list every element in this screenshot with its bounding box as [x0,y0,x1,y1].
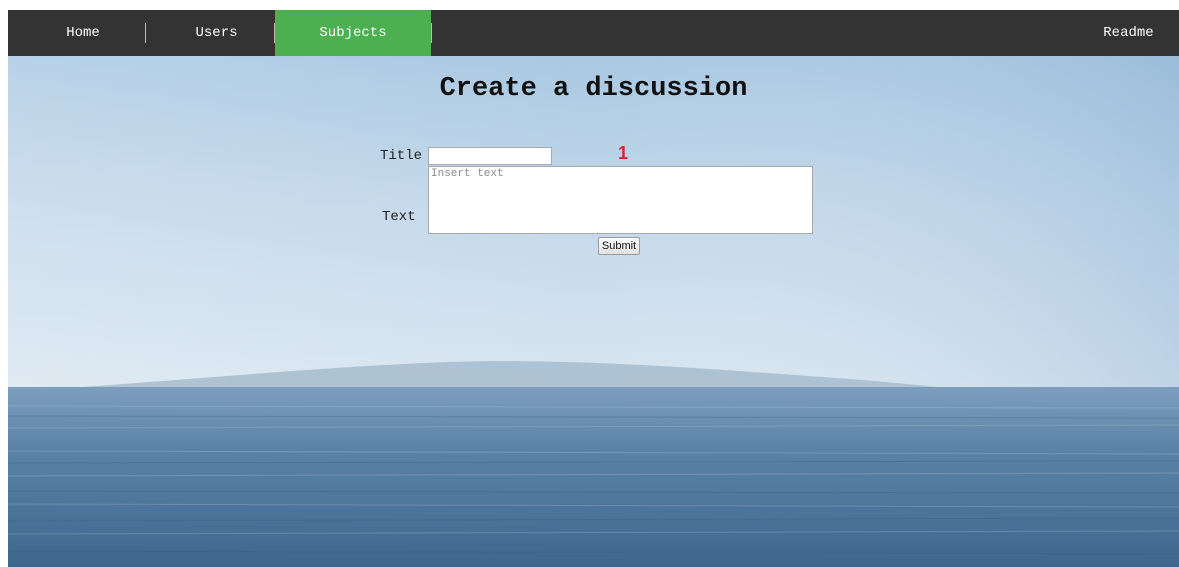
sea-background-image [8,56,1179,567]
app-frame: Home Users Subjects Readme Create a disc… [8,10,1179,567]
title-input[interactable] [428,147,552,165]
nav-divider [431,23,432,43]
text-area[interactable] [428,166,813,234]
nav-home[interactable]: Home [8,10,158,56]
nav-divider [145,23,146,43]
nav-users[interactable]: Users [158,10,275,56]
page-title: Create a discussion [439,74,748,104]
annotation-marker: 1 [618,143,629,163]
nav-divider [274,23,275,43]
top-navigation-bar: Home Users Subjects Readme [8,10,1179,56]
nav-subjects-active[interactable]: Subjects [275,10,431,56]
nav-readme[interactable]: Readme [1078,10,1179,56]
text-label: Text [382,209,416,225]
title-label: Title [380,148,423,164]
submit-button[interactable]: Submit [598,237,640,255]
